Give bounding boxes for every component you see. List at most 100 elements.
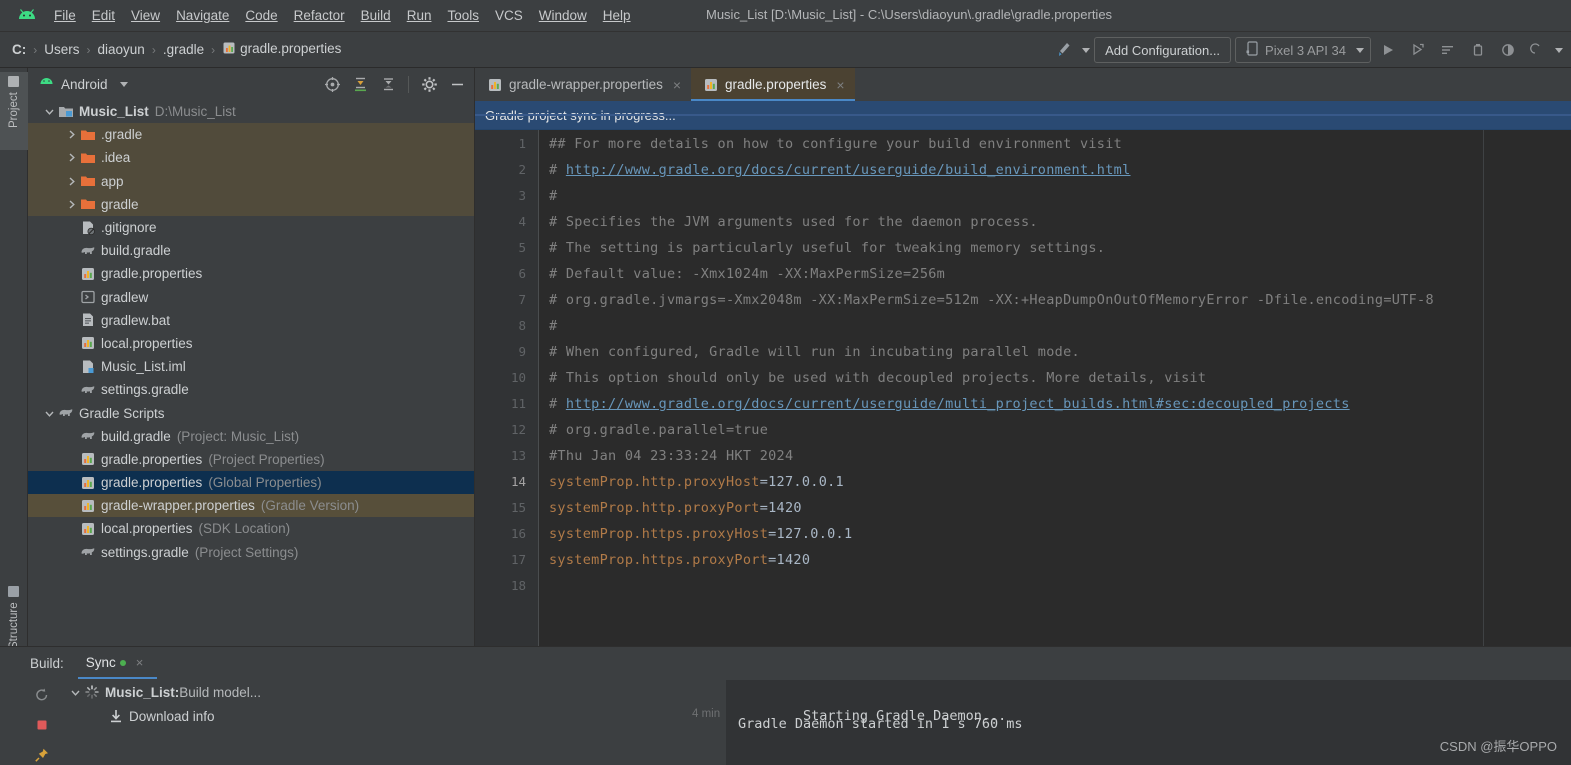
- select-opened-file-button[interactable]: [319, 72, 345, 96]
- tree-row[interactable]: gradlew.bat: [28, 309, 474, 332]
- code-line[interactable]: # org.gradle.parallel=true: [549, 422, 768, 438]
- chevron-down-icon[interactable]: [40, 408, 58, 419]
- menu-item-navigate[interactable]: Navigate: [168, 5, 237, 26]
- code-line[interactable]: # org.gradle.jvmargs=-Xmx2048m -XX:MaxPe…: [549, 292, 1434, 308]
- code-line[interactable]: # This option should only be used with d…: [549, 370, 1206, 386]
- tree-row[interactable]: settings.gradle (Project Settings): [28, 541, 474, 564]
- tree-row[interactable]: local.properties (SDK Location): [28, 517, 474, 540]
- tree-row[interactable]: gradle-wrapper.properties (Gradle Version…: [28, 494, 474, 518]
- chevron-down-icon[interactable]: [66, 687, 84, 698]
- breadcrumb-item-gradle[interactable]: .gradle: [159, 40, 208, 59]
- menu-item-file[interactable]: File: [46, 5, 84, 26]
- debug-button[interactable]: [1405, 38, 1431, 62]
- tree-row[interactable]: gradle: [28, 192, 474, 216]
- project-view-selector-label[interactable]: Android: [61, 77, 108, 92]
- tree-row[interactable]: .idea: [28, 146, 474, 170]
- tree-row[interactable]: gradle.properties: [28, 262, 474, 285]
- code-token-lnk[interactable]: http://www.gradle.org/docs/current/userg…: [566, 396, 1350, 412]
- code-token-lnk[interactable]: http://www.gradle.org/docs/current/userg…: [566, 162, 1131, 178]
- code-line[interactable]: #: [549, 188, 557, 204]
- tree-row[interactable]: .gradle: [28, 123, 474, 147]
- breadcrumb-item-diaoyun[interactable]: diaoyun: [94, 40, 149, 59]
- tree-row[interactable]: Music_List D:\Music_List: [28, 100, 474, 123]
- menu-item-window[interactable]: Window: [531, 5, 595, 26]
- sync-notification-bar[interactable]: Gradle project sync in progress...: [475, 101, 1571, 130]
- code-line[interactable]: #: [549, 318, 557, 334]
- expand-all-button[interactable]: [347, 72, 373, 96]
- menu-item-tools[interactable]: Tools: [439, 5, 487, 26]
- run-button[interactable]: [1375, 38, 1401, 62]
- collapse-all-button[interactable]: [375, 72, 401, 96]
- build-tab-sync[interactable]: Sync ×: [77, 655, 157, 679]
- tree-row[interactable]: .gitignore: [28, 216, 474, 239]
- chevron-right-icon[interactable]: [62, 199, 80, 210]
- menu-item-code[interactable]: Code: [237, 5, 285, 26]
- stop-icon[interactable]: [28, 710, 56, 740]
- code-line[interactable]: systemProp.https.proxyHost=127.0.0.1: [549, 526, 852, 542]
- chevron-right-icon[interactable]: [62, 176, 80, 187]
- gear-icon[interactable]: [416, 72, 442, 96]
- breadcrumb-item-users[interactable]: Users: [40, 40, 83, 59]
- menu-item-edit[interactable]: Edit: [84, 5, 123, 26]
- menu-item-view[interactable]: View: [123, 5, 168, 26]
- restart-icon[interactable]: [28, 680, 56, 710]
- code-line[interactable]: # Default value: -Xmx1024m -XX:MaxPermSi…: [549, 266, 945, 282]
- menu-item-refactor[interactable]: Refactor: [286, 5, 353, 26]
- close-icon[interactable]: ×: [136, 655, 144, 670]
- editor-tab[interactable]: gradle.properties ×: [691, 68, 855, 101]
- gradle-sync-icon[interactable]: [1052, 38, 1078, 62]
- code-line[interactable]: systemProp.https.proxyPort=1420: [549, 552, 810, 568]
- chevron-down-icon[interactable]: [1082, 47, 1091, 53]
- minimize-icon[interactable]: [444, 72, 470, 96]
- tree-row[interactable]: gradle.properties (Global Properties): [28, 471, 474, 495]
- chevron-down-icon[interactable]: [1356, 47, 1364, 53]
- chevron-down-icon[interactable]: [40, 106, 58, 117]
- line-number-gutter[interactable]: 1 2 3 4 5 6 7 8 9 10 11 12 13 14 15 16 17 18: [475, 130, 538, 646]
- editor-tab[interactable]: gradle-wrapper.properties ×: [475, 68, 691, 101]
- build-tree-row[interactable]: Music_List: Build model...: [56, 680, 726, 704]
- rail-item-project[interactable]: Project: [0, 72, 28, 150]
- tree-row[interactable]: Music_List.iml: [28, 355, 474, 378]
- device-selector[interactable]: Pixel 3 API 34: [1235, 37, 1371, 63]
- attach-debugger-button[interactable]: [1495, 38, 1521, 62]
- menu-item-build[interactable]: Build: [353, 5, 399, 26]
- code-line[interactable]: systemProp.http.proxyHost=127.0.0.1: [549, 474, 844, 490]
- tree-row[interactable]: build.gradle (Project: Music_List): [28, 425, 474, 448]
- add-configuration-button[interactable]: Add Configuration...: [1094, 37, 1232, 63]
- tree-row[interactable]: app: [28, 169, 474, 193]
- code-line[interactable]: # http://www.gradle.org/docs/current/use…: [549, 162, 1131, 178]
- close-icon[interactable]: ×: [836, 77, 844, 93]
- code-line[interactable]: # The setting is particularly useful for…: [549, 240, 1105, 256]
- code-line[interactable]: #Thu Jan 04 23:33:24 HKT 2024: [549, 448, 793, 464]
- code-line[interactable]: # Specifies the JVM arguments used for t…: [549, 214, 1038, 230]
- tree-row[interactable]: local.properties: [28, 332, 474, 355]
- close-icon[interactable]: ×: [673, 77, 681, 93]
- chevron-right-icon[interactable]: [62, 129, 80, 140]
- chevron-down-icon[interactable]: [119, 81, 128, 87]
- menu-item-vcs[interactable]: VCS: [487, 5, 531, 26]
- search-everywhere-button[interactable]: [1525, 38, 1551, 62]
- tree-row[interactable]: gradle.properties (Project Properties): [28, 448, 474, 471]
- chevron-down-icon[interactable]: [1555, 47, 1563, 53]
- profile-button[interactable]: [1465, 38, 1491, 62]
- editor-vertical-scrollbar[interactable]: [1559, 130, 1571, 646]
- pin-icon[interactable]: [28, 740, 56, 765]
- menu-item-help[interactable]: Help: [595, 5, 639, 26]
- build-event-tree[interactable]: Music_List: Build model... Download info: [56, 680, 726, 765]
- breadcrumb-item-drive[interactable]: C:: [8, 40, 30, 59]
- tree-row[interactable]: settings.gradle: [28, 378, 474, 401]
- project-file-tree[interactable]: Music_List D:\Music_List .gradle .idea app gr…: [28, 100, 474, 646]
- code-content[interactable]: ## For more details on how to configure …: [549, 130, 1571, 646]
- code-line[interactable]: systemProp.http.proxyPort=1420: [549, 500, 802, 516]
- code-line[interactable]: # When configured, Gradle will run in in…: [549, 344, 1080, 360]
- breadcrumb-item-gradle-properties[interactable]: gradle.properties: [218, 39, 345, 60]
- build-tree-row[interactable]: Download info: [56, 704, 726, 728]
- tree-row[interactable]: gradlew: [28, 286, 474, 309]
- run-with-coverage-button[interactable]: [1435, 38, 1461, 62]
- menu-item-run[interactable]: Run: [399, 5, 440, 26]
- tree-row[interactable]: build.gradle: [28, 239, 474, 262]
- code-line[interactable]: # http://www.gradle.org/docs/current/use…: [549, 396, 1350, 412]
- chevron-right-icon[interactable]: [62, 152, 80, 163]
- code-line[interactable]: ## For more details on how to configure …: [549, 136, 1122, 152]
- tree-row[interactable]: Gradle Scripts: [28, 401, 474, 424]
